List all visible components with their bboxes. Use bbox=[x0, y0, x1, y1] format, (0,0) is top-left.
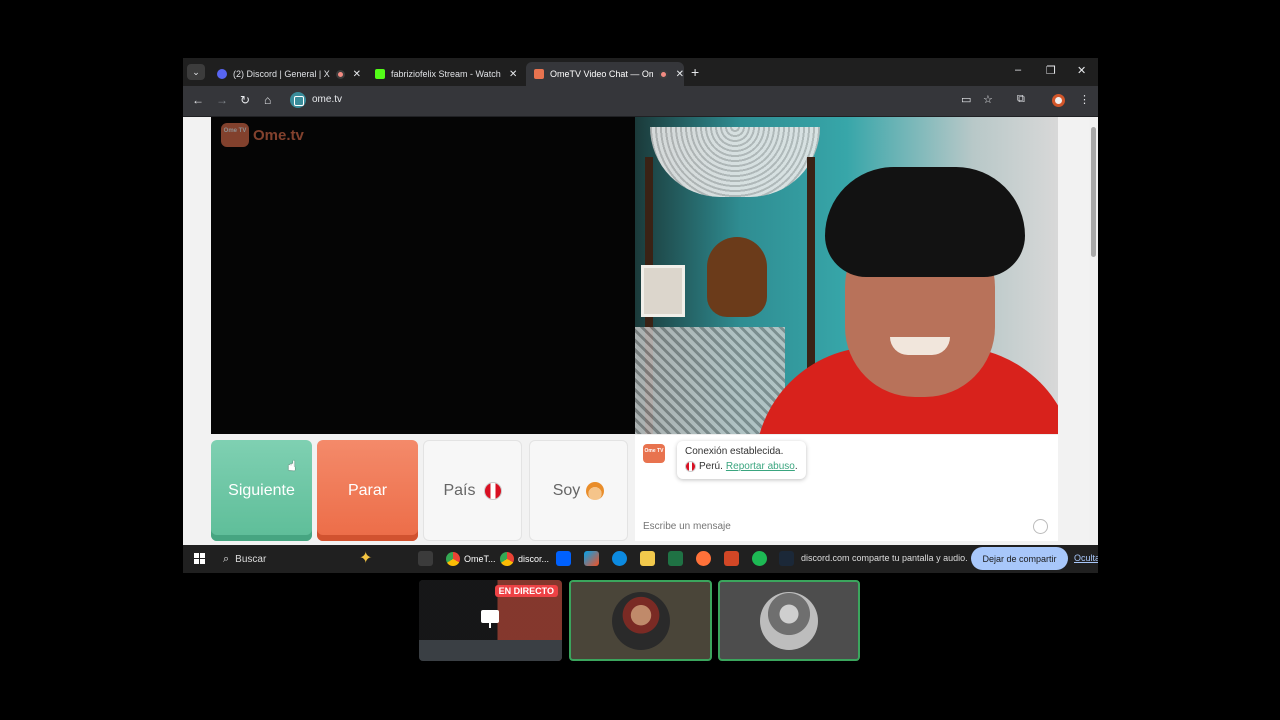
live-badge: EN DIRECTO bbox=[494, 585, 558, 597]
message-input[interactable] bbox=[643, 521, 1023, 532]
profile-avatar[interactable] bbox=[1052, 94, 1065, 107]
forward-icon[interactable]: → bbox=[216, 93, 228, 107]
tab-search-chevron-icon[interactable]: ⌄ bbox=[187, 64, 205, 80]
menu-kebab-icon[interactable]: ⋮ bbox=[1079, 93, 1090, 106]
gender-button[interactable]: Soy bbox=[529, 440, 628, 541]
system-message: Conexión establecida. Perú. Reportar abu… bbox=[677, 441, 806, 479]
tab-label: fabriziofelix Stream - Watch Liv bbox=[391, 69, 501, 79]
screen-share-notice: discord.com comparte tu pantalla y audio… bbox=[801, 553, 968, 563]
address-bar[interactable]: ome.tv bbox=[312, 94, 342, 105]
close-tab-icon[interactable]: ✕ bbox=[353, 69, 361, 80]
stream-tile[interactable]: EN DIRECTO bbox=[419, 580, 562, 661]
copilot-sparkle-icon[interactable]: ✦ bbox=[359, 548, 372, 568]
smile bbox=[890, 337, 950, 355]
country-button-label: País bbox=[443, 481, 476, 499]
kick-icon bbox=[375, 69, 385, 79]
browser-toolbar: ← → ↻ ⌂ ome.tv ▭ ☆ ⧉ ⋮ bbox=[183, 86, 1098, 116]
own-video: Ome TV Ome.tv bbox=[211, 117, 635, 434]
taskbar-app-ometv[interactable]: OmeT... bbox=[446, 549, 496, 569]
multicolor-app-icon[interactable] bbox=[584, 551, 599, 566]
report-suffix: . bbox=[794, 461, 798, 472]
ometv-logo-text: Ome.tv bbox=[253, 126, 304, 144]
tab-strip: ⌄ (2) Discord | General | Xddd ✕ fabrizi… bbox=[183, 58, 1098, 86]
connection-status: Conexión establecida. bbox=[685, 446, 784, 457]
page-scrollbar[interactable] bbox=[1089, 117, 1098, 545]
peru-flag-icon bbox=[483, 481, 502, 500]
taskbar-app-discord[interactable]: discor... bbox=[500, 549, 549, 569]
chrome-icon bbox=[500, 552, 514, 566]
close-tab-icon[interactable]: ✕ bbox=[509, 69, 517, 80]
recording-icon bbox=[658, 69, 668, 79]
tab-label: (2) Discord | General | Xddd bbox=[233, 69, 330, 79]
tab-label: OmeTV Video Chat — Ome bbox=[550, 69, 653, 79]
country-button[interactable]: País bbox=[423, 440, 522, 541]
ometv-badge: Ome TV bbox=[221, 123, 249, 147]
stream-preview-taskbar bbox=[419, 640, 562, 661]
taskbar-app-label: OmeT... bbox=[464, 554, 496, 564]
avatar bbox=[760, 591, 818, 650]
hair bbox=[825, 167, 1025, 277]
emoji-picker-icon[interactable] bbox=[1033, 519, 1048, 534]
ometv-chat-logo: Ome TV bbox=[643, 444, 665, 463]
windows-start-icon[interactable] bbox=[194, 553, 205, 564]
next-button[interactable]: Siguiente bbox=[211, 440, 312, 541]
firefox-icon[interactable] bbox=[696, 551, 711, 566]
close-tab-icon[interactable]: ✕ bbox=[676, 69, 684, 80]
task-view-icon[interactable] bbox=[418, 551, 433, 566]
framed-photo bbox=[641, 265, 685, 317]
taskbar-search[interactable]: ⌕ Buscar bbox=[215, 548, 407, 570]
home-icon[interactable]: ⌂ bbox=[264, 93, 271, 107]
avatar bbox=[611, 591, 670, 650]
partner-video bbox=[635, 117, 1058, 434]
stop-button[interactable]: Parar bbox=[317, 440, 418, 541]
close-window-icon[interactable]: ✕ bbox=[1077, 64, 1086, 77]
restore-icon[interactable]: ❐ bbox=[1046, 64, 1056, 77]
taskbar-app-label: discor... bbox=[518, 554, 550, 564]
taskbar-search-label: Buscar bbox=[235, 553, 267, 565]
edge-icon[interactable] bbox=[612, 551, 627, 566]
gender-button-label: Soy bbox=[552, 481, 581, 499]
powerpoint-icon[interactable] bbox=[724, 551, 739, 566]
reload-icon[interactable]: ↻ bbox=[240, 93, 250, 107]
extensions-icon[interactable]: ⧉ bbox=[1017, 93, 1025, 106]
tab-kick-stream[interactable]: fabriziofelix Stream - Watch Liv ✕ bbox=[367, 62, 521, 86]
site-info-icon[interactable] bbox=[290, 92, 306, 108]
search-icon: ⌕ bbox=[223, 552, 230, 565]
partner-person bbox=[755, 167, 1058, 434]
minimize-icon[interactable]: – bbox=[1015, 64, 1021, 76]
excel-icon[interactable] bbox=[668, 551, 683, 566]
back-icon[interactable]: ← bbox=[192, 93, 204, 107]
desktop-stage: ⌄ (2) Discord | General | Xddd ✕ fabrizi… bbox=[0, 0, 1280, 720]
spotify-icon[interactable] bbox=[752, 551, 767, 566]
recording-icon bbox=[335, 69, 345, 79]
dropbox-icon[interactable] bbox=[556, 551, 571, 566]
scrollbar-thumb[interactable] bbox=[1091, 127, 1096, 257]
windows-taskbar: ⌕ Buscar ✦ OmeT... discor... discord.com bbox=[183, 545, 1098, 573]
report-abuse-link[interactable]: Reportar abuso bbox=[726, 461, 795, 472]
ometv-logo: Ome TV Ome.tv bbox=[221, 123, 304, 147]
boy-emoji-icon bbox=[586, 481, 605, 500]
tab-discord[interactable]: (2) Discord | General | Xddd ✕ bbox=[209, 62, 361, 86]
discord-icon bbox=[217, 69, 227, 79]
participant-tile[interactable] bbox=[569, 580, 712, 661]
participant-tile[interactable] bbox=[718, 580, 860, 661]
ometv-icon bbox=[534, 69, 544, 79]
partner-country: Perú. bbox=[699, 461, 723, 472]
browser-window: ⌄ (2) Discord | General | Xddd ✕ fabrizi… bbox=[183, 58, 1098, 573]
screen-share-icon bbox=[481, 610, 499, 628]
steam-icon[interactable] bbox=[779, 551, 794, 566]
file-explorer-icon[interactable] bbox=[640, 551, 655, 566]
peru-flag-icon bbox=[685, 461, 696, 472]
bookmark-star-icon[interactable]: ☆ bbox=[983, 93, 993, 106]
tab-ometv[interactable]: OmeTV Video Chat — Ome ✕ bbox=[526, 62, 684, 86]
cast-icon[interactable]: ▭ bbox=[961, 93, 971, 106]
new-tab-icon[interactable]: + bbox=[691, 64, 699, 80]
ometv-page: Ome TV Ome.tv Siguiente Parar País Soy O… bbox=[183, 117, 1089, 545]
stop-sharing-button[interactable]: Dejar de compartir bbox=[971, 547, 1068, 570]
chat-panel: Ome TV Conexión establecida. Perú. Repor… bbox=[635, 434, 1058, 541]
chrome-icon bbox=[446, 552, 460, 566]
hide-notice-link[interactable]: Ocultar bbox=[1074, 553, 1098, 563]
